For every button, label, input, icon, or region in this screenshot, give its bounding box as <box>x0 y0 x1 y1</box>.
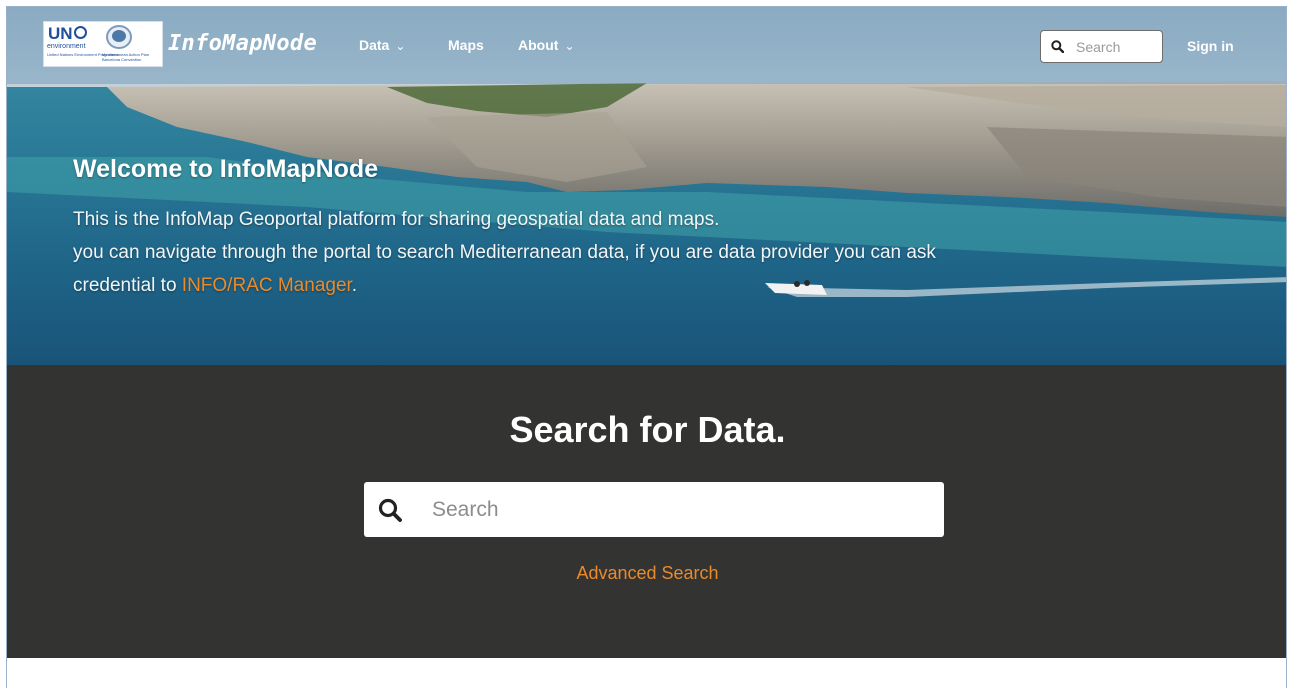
search-section: Search for Data. Advanced Search <box>7 365 1286 658</box>
nav-item-data[interactable]: Data ⌄ <box>359 37 405 53</box>
welcome-line-1: This is the InfoMap Geoportal platform f… <box>73 209 720 230</box>
main-search-box[interactable] <box>364 482 944 537</box>
nav-search-input[interactable] <box>1076 38 1156 55</box>
welcome-line-3-prefix: credential to <box>73 275 182 296</box>
nav-item-maps[interactable]: Maps <box>448 37 484 53</box>
page-frame: UN environment United Nations Environmen… <box>6 6 1287 688</box>
nav-search-box[interactable] <box>1040 30 1163 63</box>
search-icon <box>1051 40 1064 53</box>
logo-environment-text: environment <box>47 43 86 50</box>
nav-item-label: About <box>518 37 559 53</box>
nav-item-label: Data <box>359 37 390 53</box>
welcome-title: Welcome to InfoMapNode <box>73 155 379 183</box>
welcome-description: This is the InfoMap Geoportal platform f… <box>73 203 1223 302</box>
content-area <box>7 658 1286 688</box>
welcome-line-2: you can navigate through the portal to s… <box>73 242 936 263</box>
nav-item-about[interactable]: About ⌄ <box>518 37 575 53</box>
top-navbar: UN environment United Nations Environmen… <box>7 7 1286 84</box>
chevron-down-icon: ⌄ <box>564 39 575 53</box>
chevron-down-icon: ⌄ <box>395 39 406 53</box>
advanced-search-link[interactable]: Advanced Search <box>7 563 1286 584</box>
brand-name[interactable]: InfoMapNode <box>168 31 317 56</box>
main-search-input[interactable] <box>432 497 912 522</box>
welcome-line-3: credential to INFO/RAC Manager. <box>73 269 1223 302</box>
un-emblem-icon <box>74 26 87 39</box>
map-globe-inner-icon <box>112 30 126 42</box>
logo-map-subtext: Mediterranean Action Plan Barcelona Conv… <box>102 52 149 62</box>
hero-banner: UN environment United Nations Environmen… <box>7 7 1286 365</box>
search-icon <box>378 498 402 522</box>
unep-logo[interactable]: UN environment United Nations Environmen… <box>43 21 163 67</box>
info-rac-manager-link[interactable]: INFO/RAC Manager <box>182 275 352 296</box>
sign-in-link[interactable]: Sign in <box>1187 38 1234 54</box>
search-title: Search for Data. <box>509 409 786 450</box>
welcome-line-3-suffix: . <box>351 275 358 296</box>
logo-un-text: UN <box>48 24 73 43</box>
nav-item-label: Maps <box>448 37 484 53</box>
